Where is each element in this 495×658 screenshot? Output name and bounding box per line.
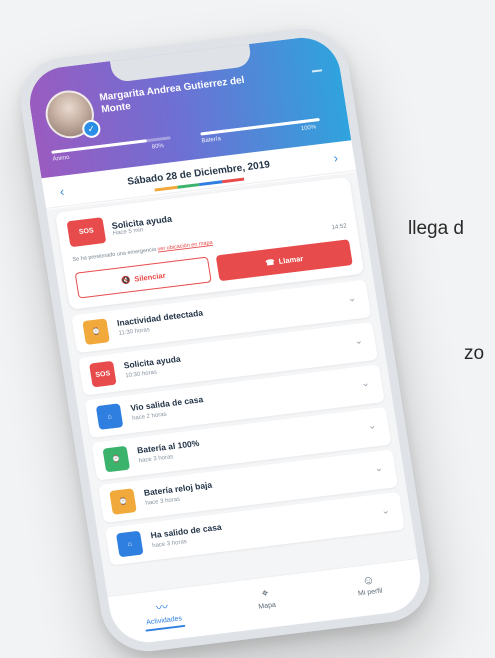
chevron-down-icon[interactable]: ⌄ (367, 420, 377, 432)
activity-items: ⌚ Inactividad detectada 11:30 horas ⌄ SOS Sol… (71, 279, 405, 566)
activity-subtitle: 10:30 horas (124, 369, 158, 380)
activity-subtitle: 11:30 horas (118, 327, 151, 337)
home-icon: ⌂ (95, 403, 124, 430)
activity-subtitle: hace 2 horas (131, 411, 168, 422)
battery-value: 100% (300, 124, 317, 133)
silence-label: Silenciar (133, 270, 167, 284)
activity-subtitle: hace 3 horas (151, 539, 188, 550)
call-button[interactable]: ☎ Llamar (215, 239, 353, 282)
verified-check-icon: ✓ (80, 118, 102, 139)
battery-icon: ⌚ (102, 445, 131, 473)
tab-label: Mi perfil (357, 587, 384, 598)
home-icon: ⌂ (115, 530, 144, 558)
mood-label: Ánimo (52, 154, 71, 163)
activity-title: Inactividad detectada (116, 307, 204, 328)
chevron-down-icon[interactable]: ⌄ (374, 463, 384, 475)
chevron-down-icon[interactable]: ⌄ (381, 505, 391, 517)
activity-list: SOS Solicita ayuda Hace 5 min Se ha pres… (46, 171, 418, 598)
watch-icon: ⌚ (109, 488, 137, 515)
phone-mockup-area: ✓ Margarita Andrea Gutierrez del Monte Á… (0, 0, 495, 658)
activity-title: Vio salida de casa (129, 394, 204, 413)
silence-button[interactable]: 🔇 Silenciar (74, 256, 212, 299)
activity-title: Ha salido de casa (149, 521, 223, 541)
chevron-down-icon[interactable]: ⌄ (347, 293, 357, 305)
phone-screen: ✓ Margarita Andrea Gutierrez del Monte Á… (24, 33, 426, 647)
map-link[interactable]: ver ubicación en mapa (157, 240, 213, 253)
phone-icon: ☎ (264, 256, 276, 267)
tab-mi-perfil[interactable]: ☺ Mi perfil (314, 559, 425, 621)
sos-icon: SOS (66, 217, 107, 248)
activity-title: Batería reloj baja (143, 479, 213, 498)
sos-icon: SOS (89, 360, 117, 388)
tab-label: Mapa (257, 601, 277, 611)
watch-icon: ⌚ (82, 318, 110, 345)
tab-actividades[interactable]: 〰 Actividades (108, 584, 219, 646)
mood-bar-fill (51, 139, 148, 154)
phone-frame: ✓ Margarita Andrea Gutierrez del Monte Á… (14, 23, 436, 657)
tab-mapa[interactable]: ⌖ Mapa (211, 572, 322, 634)
call-label: Llamar (277, 253, 304, 266)
menu-icon[interactable] (311, 69, 323, 73)
activity-subtitle: hace 3 horas (145, 496, 181, 507)
activity-subtitle: hace 3 horas (138, 454, 174, 465)
chevron-down-icon[interactable]: ⌄ (360, 378, 370, 390)
chevron-down-icon[interactable]: ⌄ (354, 335, 364, 347)
alert-message-text: Se ha presionado una emergencia (72, 246, 159, 263)
mute-icon: 🔇 (120, 274, 132, 285)
activity-title: Solicita ayuda (122, 353, 182, 371)
battery-label: Batería (201, 136, 222, 145)
mood-value: 80% (151, 143, 165, 151)
alert-hour: 14:52 (331, 223, 348, 232)
activity-title: Batería al 100% (136, 437, 200, 456)
